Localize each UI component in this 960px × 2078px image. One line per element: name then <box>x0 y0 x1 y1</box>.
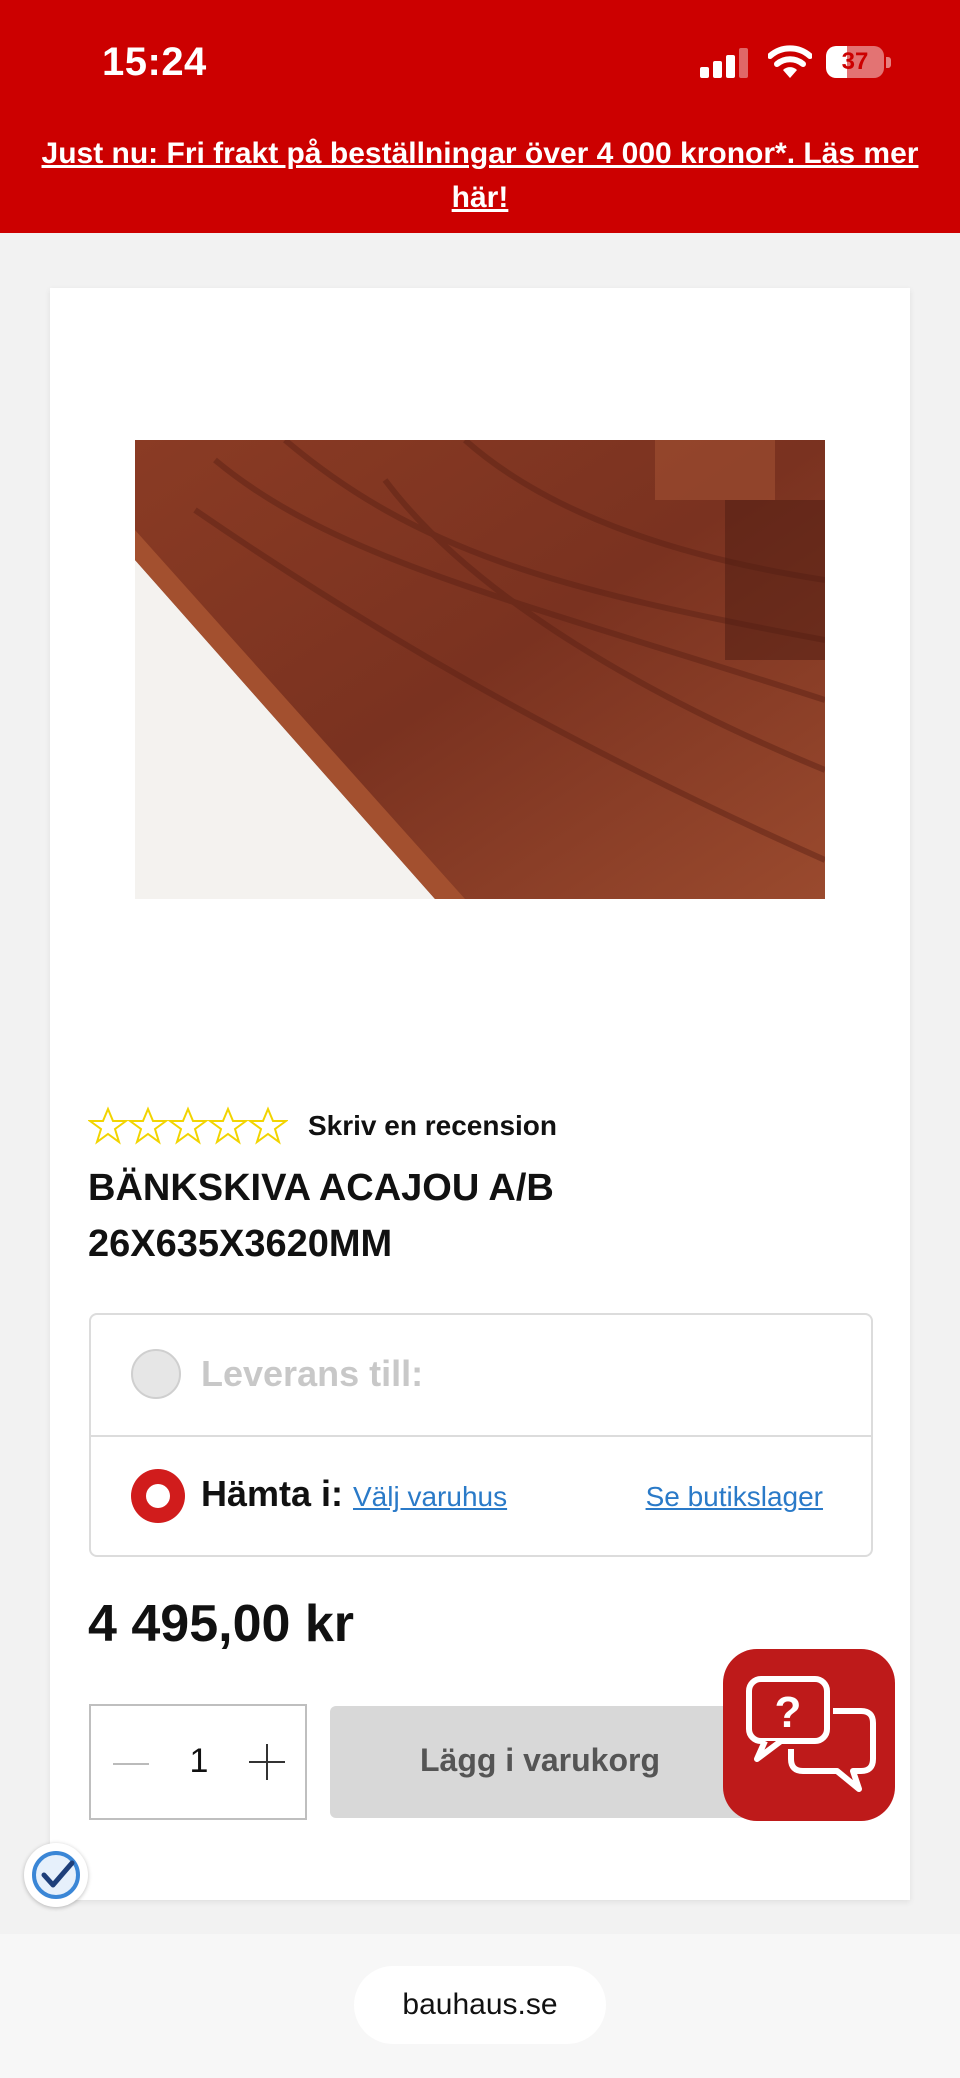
add-to-cart-label: Lägg i varukorg <box>419 1742 661 1778</box>
options-divider <box>91 1435 871 1437</box>
product-title: BÄNKSKIVA ACAJOU A/B 26X635X3620MM <box>88 1160 788 1272</box>
address-bar[interactable]: bauhaus.se <box>354 1966 606 2044</box>
chat-help-icon: ? <box>746 1676 876 1792</box>
battery-percent: 37 <box>841 48 869 75</box>
plus-icon[interactable] <box>247 1742 287 1782</box>
star-icon <box>168 1106 208 1145</box>
wifi-icon <box>768 45 812 78</box>
top-banner: 15:24 37 Just nu: Fri frakt på beställni… <box>0 0 960 233</box>
product-price: 4 495,00 kr <box>88 1595 355 1653</box>
delivery-radio[interactable] <box>131 1349 181 1399</box>
write-review-link[interactable]: Skriv en recension <box>308 1110 557 1142</box>
trust-badge[interactable] <box>24 1843 88 1907</box>
checkmark-icon <box>32 1851 80 1899</box>
minus-icon[interactable] <box>111 1746 151 1782</box>
status-time: 15:24 <box>102 40 207 84</box>
delivery-label[interactable]: Leverans till: <box>201 1353 423 1395</box>
quantity-value[interactable]: 1 <box>171 1742 227 1781</box>
svg-text:?: ? <box>775 1688 802 1737</box>
delivery-options: Leverans till: Hämta i: Välj varuhus Se … <box>89 1313 873 1557</box>
star-icon <box>208 1106 248 1145</box>
promo-link[interactable]: Just nu: Fri frakt på beställningar över… <box>40 132 920 220</box>
cellular-signal-icon <box>700 48 748 78</box>
add-to-cart-button[interactable]: Lägg i varukorg <box>330 1706 760 1818</box>
product-image[interactable] <box>135 440 825 899</box>
pickup-radio[interactable] <box>131 1469 185 1523</box>
quantity-stepper: 1 <box>89 1704 307 1820</box>
pickup-label[interactable]: Hämta i: <box>201 1473 343 1515</box>
star-icon <box>128 1106 168 1145</box>
store-stock-link[interactable]: Se butikslager <box>646 1481 823 1513</box>
chat-button[interactable]: ? <box>723 1649 895 1821</box>
battery-indicator: 37 <box>826 46 892 80</box>
rating-stars <box>88 1104 288 1148</box>
choose-store-link[interactable]: Välj varuhus <box>353 1481 507 1513</box>
star-icon <box>248 1106 288 1145</box>
product-title-line2: 26X635X3620MM <box>88 1223 393 1265</box>
product-title-line1: BÄNKSKIVA ACAJOU A/B <box>88 1167 554 1209</box>
star-icon <box>88 1106 128 1145</box>
